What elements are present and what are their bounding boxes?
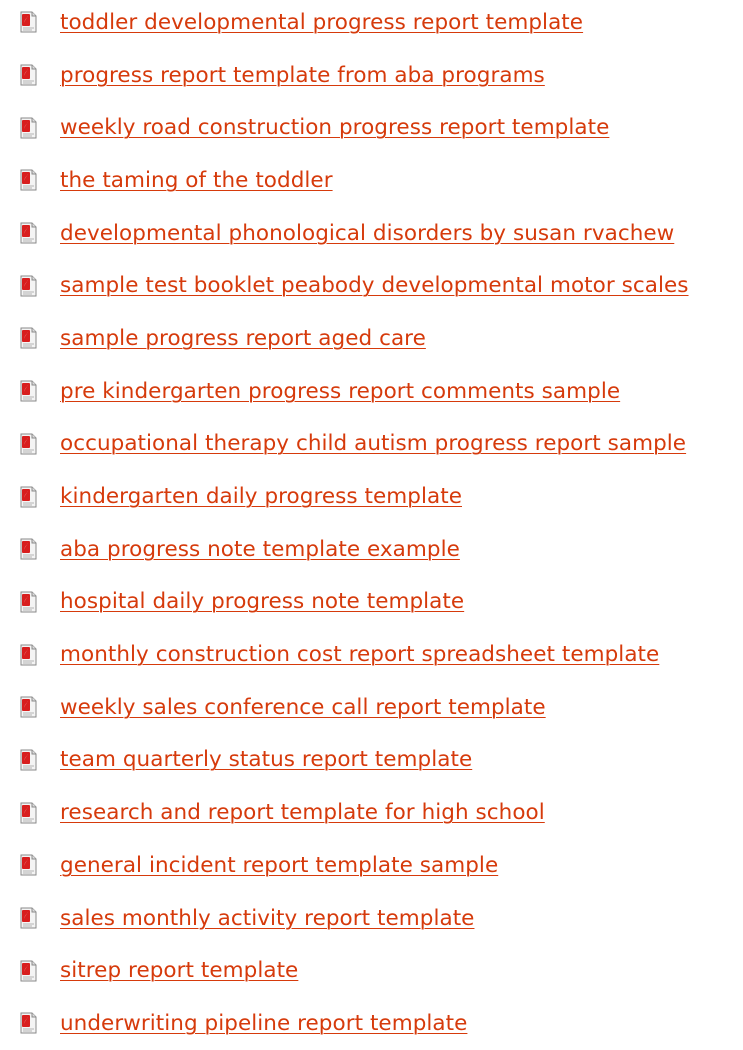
list-item: research and report template for high sc…	[0, 786, 743, 839]
pdf-icon	[20, 854, 37, 876]
document-link[interactable]: occupational therapy child autism progre…	[60, 431, 686, 456]
list-item: sample test booklet peabody developmenta…	[0, 259, 743, 312]
list-item: underwriting pipeline report template	[0, 997, 743, 1050]
document-link[interactable]: pre kindergarten progress report comment…	[60, 379, 620, 404]
list-item: toddler developmental progress report te…	[0, 0, 743, 49]
pdf-icon	[20, 117, 37, 139]
pdf-icon	[20, 222, 37, 244]
document-link[interactable]: kindergarten daily progress template	[60, 484, 462, 509]
pdf-icon	[20, 644, 37, 666]
list-item: weekly sales conference call report temp…	[0, 681, 743, 734]
list-item: general incident report template sample	[0, 839, 743, 892]
pdf-icon	[20, 380, 37, 402]
pdf-icon	[20, 802, 37, 824]
list-item: the taming of the toddler	[0, 154, 743, 207]
document-link[interactable]: sample progress report aged care	[60, 326, 426, 351]
list-item: occupational therapy child autism progre…	[0, 418, 743, 471]
document-link[interactable]: developmental phonological disorders by …	[60, 221, 674, 246]
document-link[interactable]: progress report template from aba progra…	[60, 63, 545, 88]
document-link[interactable]: research and report template for high sc…	[60, 800, 545, 825]
document-link[interactable]: aba progress note template example	[60, 537, 460, 562]
document-link[interactable]: sample test booklet peabody developmenta…	[60, 273, 689, 298]
pdf-icon	[20, 275, 37, 297]
pdf-icon	[20, 538, 37, 560]
list-item: pre kindergarten progress report comment…	[0, 365, 743, 418]
pdf-icon	[20, 486, 37, 508]
document-link[interactable]: sales monthly activity report template	[60, 906, 474, 931]
document-link[interactable]: the taming of the toddler	[60, 168, 333, 193]
list-item: sales monthly activity report template	[0, 892, 743, 945]
pdf-icon	[20, 11, 37, 33]
pdf-icon	[20, 64, 37, 86]
list-item: team quarterly status report template	[0, 734, 743, 787]
list-item: aba progress note template example	[0, 523, 743, 576]
document-link-list: toddler developmental progress report te…	[0, 0, 743, 1050]
document-link[interactable]: toddler developmental progress report te…	[60, 10, 583, 35]
document-link[interactable]: general incident report template sample	[60, 853, 498, 878]
pdf-icon	[20, 591, 37, 613]
document-link[interactable]: sitrep report template	[60, 958, 298, 983]
list-item: developmental phonological disorders by …	[0, 207, 743, 260]
document-link[interactable]: weekly road construction progress report…	[60, 115, 609, 140]
document-link[interactable]: underwriting pipeline report template	[60, 1011, 467, 1036]
list-item: weekly road construction progress report…	[0, 101, 743, 154]
pdf-icon	[20, 696, 37, 718]
pdf-icon	[20, 907, 37, 929]
list-item: sitrep report template	[0, 944, 743, 997]
list-item: sample progress report aged care	[0, 312, 743, 365]
document-link[interactable]: team quarterly status report template	[60, 747, 472, 772]
pdf-icon	[20, 960, 37, 982]
list-item: hospital daily progress note template	[0, 576, 743, 629]
pdf-icon	[20, 749, 37, 771]
pdf-icon	[20, 433, 37, 455]
list-item: progress report template from aba progra…	[0, 49, 743, 102]
pdf-icon	[20, 327, 37, 349]
document-link[interactable]: monthly construction cost report spreads…	[60, 642, 659, 667]
list-item: kindergarten daily progress template	[0, 470, 743, 523]
document-link[interactable]: weekly sales conference call report temp…	[60, 695, 546, 720]
pdf-icon	[20, 169, 37, 191]
list-item: monthly construction cost report spreads…	[0, 628, 743, 681]
pdf-icon	[20, 1012, 37, 1034]
document-link[interactable]: hospital daily progress note template	[60, 589, 464, 614]
